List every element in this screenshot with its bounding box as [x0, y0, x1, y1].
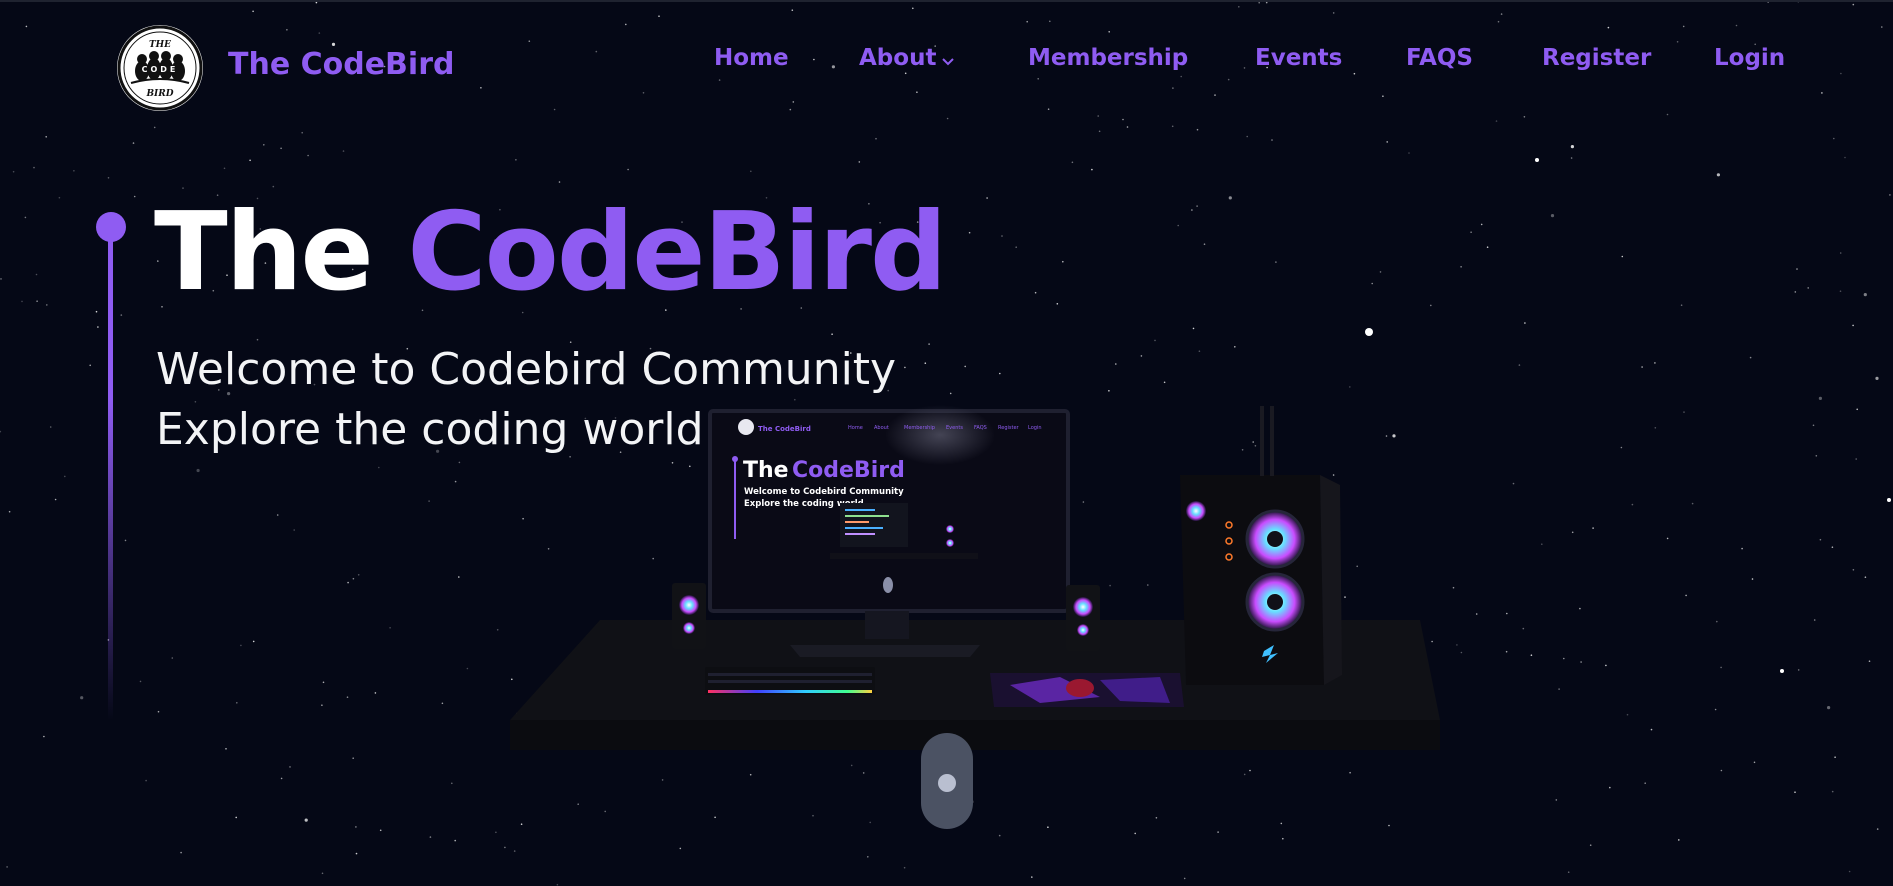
nav-faqs[interactable]: FAQS: [1406, 45, 1473, 71]
hero-subtitle-line-2: Explore the coding world: [156, 404, 704, 455]
hero-title: The CodeBird: [154, 188, 947, 318]
preview-nav-faqs: FAQS: [974, 425, 987, 431]
nav-login[interactable]: Login: [1714, 45, 1785, 71]
codebird-birds-logo-icon: THE CODE BIRD: [117, 25, 203, 111]
scroll-indicator-dot: [938, 774, 956, 792]
preview-title-white: The: [743, 458, 789, 483]
hero-title-white: The: [154, 190, 374, 315]
nav-membership[interactable]: Membership: [1028, 45, 1188, 71]
preview-nav-events: Events: [946, 425, 963, 431]
nav-about-label: About: [859, 45, 937, 71]
nav-home[interactable]: Home: [714, 45, 789, 71]
hero-timeline-dot: [96, 212, 126, 242]
preview-nav-login: Login: [1028, 425, 1042, 431]
scroll-indicator-icon[interactable]: [921, 733, 973, 829]
preview-nav-about: About: [874, 425, 889, 431]
hero-timeline-line: [108, 226, 113, 720]
preview-logo-icon: [738, 419, 754, 435]
preview-nav-membership: Membership: [904, 425, 935, 431]
logo-text-top: THE: [149, 40, 171, 50]
chevron-down-icon: [942, 46, 955, 72]
nav-register[interactable]: Register: [1542, 45, 1651, 71]
preview-nav-register: Register: [998, 425, 1020, 431]
page: THE CODE BIRD The CodeBird Home About Me…: [0, 0, 1893, 886]
codebird-logo-icon[interactable]: THE CODE BIRD: [117, 25, 203, 111]
nav-events[interactable]: Events: [1255, 45, 1342, 71]
nav-about[interactable]: About: [859, 45, 955, 72]
desk-computer-setup-3d-icon: The CodeBird Home About Membership Event…: [510, 405, 1440, 750]
logo-text-middle: CODE: [142, 65, 179, 74]
preview-brand: The CodeBird: [758, 425, 811, 433]
navbar: THE CODE BIRD The CodeBird Home About Me…: [0, 0, 1893, 136]
logo-text-bottom: BIRD: [145, 89, 173, 99]
preview-subtitle-1: Welcome to Codebird Community: [744, 487, 904, 497]
hero-title-accent: CodeBird: [407, 190, 947, 315]
brand-name[interactable]: The CodeBird: [228, 47, 454, 82]
hero-subtitle-line-1: Welcome to Codebird Community: [156, 344, 897, 395]
preview-title-accent: CodeBird: [792, 458, 905, 483]
preview-nav-home: Home: [848, 425, 863, 431]
